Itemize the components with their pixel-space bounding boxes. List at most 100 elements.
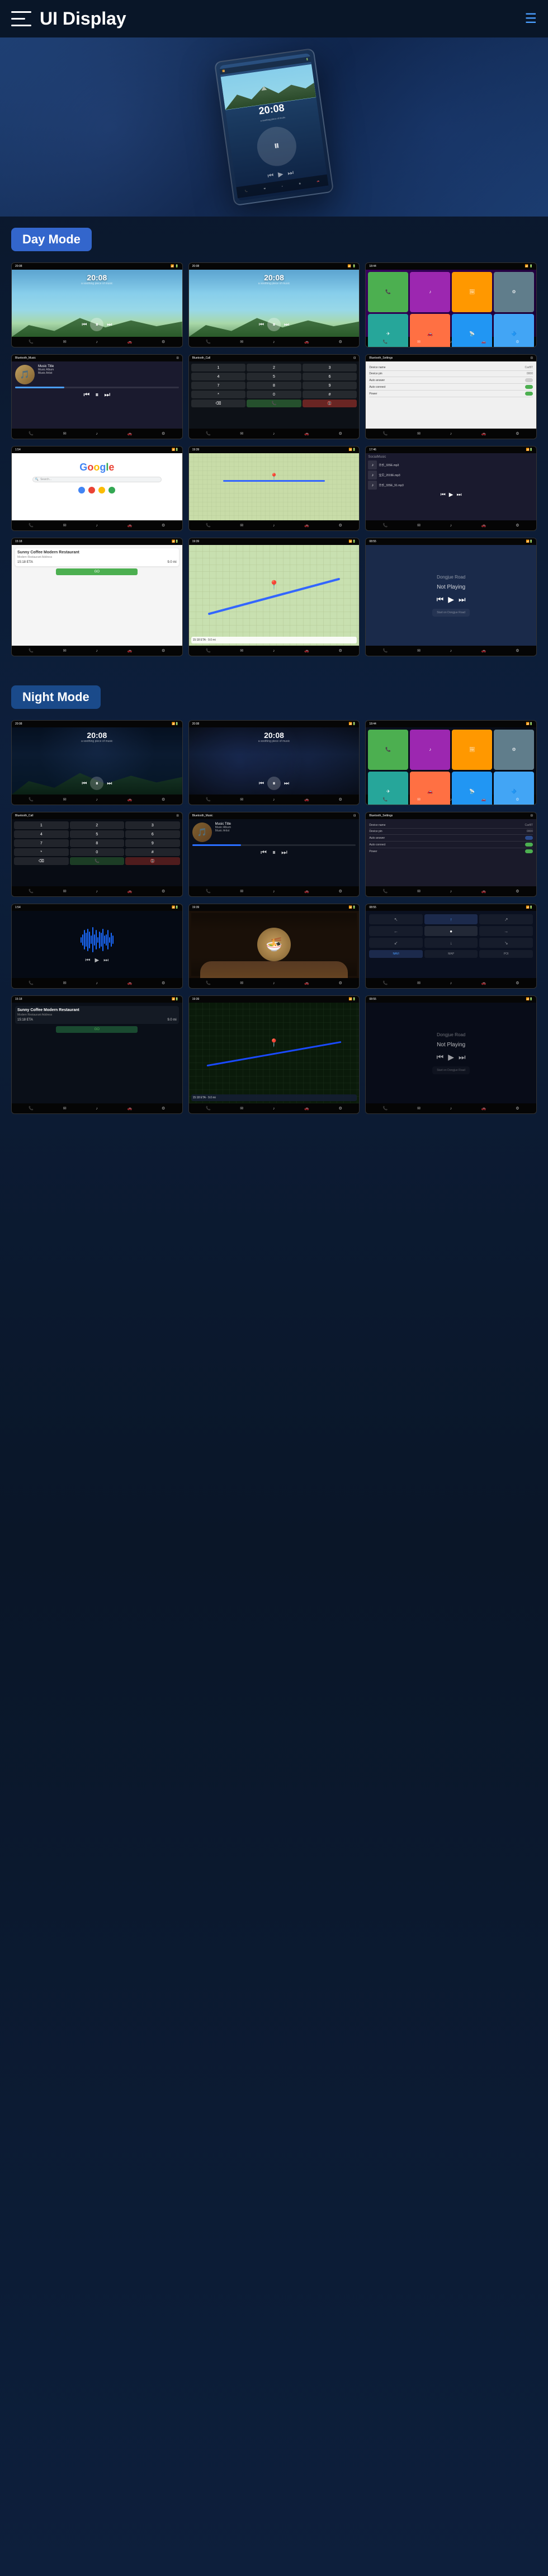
app-bt2[interactable]: 🔷 [494,314,534,347]
night-next-1[interactable]: ⏭ [107,781,112,787]
night-app-bt2[interactable]: 🔷 [494,772,534,805]
night-nav-br[interactable]: ↘ [479,938,533,948]
func-app-music[interactable]: ♪ [450,340,452,344]
night-prev-1[interactable]: ⏮ [82,781,87,787]
app-music[interactable]: ♪ [410,272,450,312]
night-dial-3[interactable]: 3 [125,821,180,829]
app-photos[interactable]: 🖼 [452,272,492,312]
bt-prev[interactable]: ⏮ [84,391,90,399]
night-dial-2[interactable]: 2 [70,821,125,829]
dial-7[interactable]: 7 [191,382,246,389]
bt-play[interactable]: ⏸ [95,391,98,399]
hero-next[interactable]: ⏭ [287,168,294,177]
night-dial-7[interactable]: 7 [14,839,69,847]
dial-6[interactable]: 6 [303,373,357,380]
night-app-photos[interactable]: 🖼 [452,730,492,770]
np-night-next[interactable]: ⏭ [459,1052,466,1062]
night-dial-1[interactable]: 1 [14,821,69,829]
night-dial-end[interactable]: 📵 [125,857,180,865]
google-app-3[interactable] [98,487,105,493]
night-dial-0[interactable]: 0 [70,848,125,856]
night-prev-2[interactable]: ⏮ [259,781,264,787]
social-prev[interactable]: ⏮ [441,492,446,498]
dial-0[interactable]: 0 [247,391,301,398]
day-prev-1[interactable]: ⏮ [82,322,87,328]
day-next-1[interactable]: ⏭ [107,322,112,328]
night-app-telegram[interactable]: ✈ [368,772,408,805]
func-app-email[interactable]: ✉ [417,340,421,344]
bt-night-play[interactable]: ⏸ [272,848,276,857]
google-search-bar[interactable]: 🔍 Search... [32,477,162,482]
social-item-2[interactable]: ♪ 宝贝_2019E.mp3 [368,471,534,480]
func-app-phone[interactable]: 📞 [383,340,388,344]
hero-player-circle[interactable]: ⏸ [254,124,299,168]
bt-next[interactable]: ⏭ [104,391,110,399]
app-settings[interactable]: ⚙ [494,272,534,312]
night-settings-auto-answer-toggle[interactable] [525,836,533,840]
night-nav-btn3[interactable]: POI [479,950,533,958]
settings-power-toggle[interactable] [525,392,533,396]
dial-8[interactable]: 8 [247,382,301,389]
night-app-music[interactable]: ♪ [410,730,450,770]
app-carplay[interactable]: 🚗 [410,314,450,347]
dial-9[interactable]: 9 [303,382,357,389]
settings-auto-connect-toggle[interactable] [525,385,533,389]
np-night-prev[interactable]: ⏮ [437,1052,444,1062]
night-app-settings[interactable]: ⚙ [494,730,534,770]
night-dial-4[interactable]: 4 [14,830,69,838]
night-nav-right[interactable]: → [479,926,533,936]
night-nav-tl[interactable]: ↖ [369,914,423,924]
waveform-play[interactable]: ▶ [95,957,99,963]
dial-hash[interactable]: # [303,391,357,398]
night-dial-5[interactable]: 5 [70,830,125,838]
coffee-go-btn[interactable]: GO [56,568,138,575]
hero-func-auto[interactable]: 🚗 [316,180,320,183]
social-item-3[interactable]: ♪ 华乐_33SE_91.mp3 [368,481,534,490]
hero-func-settings[interactable]: ⚙ [299,182,301,185]
night-pause-1[interactable]: ⏸ [90,777,103,790]
dial-1[interactable]: 1 [191,364,246,372]
func-phone-1[interactable]: 📞 [29,340,34,344]
app-telegram[interactable]: ✈ [368,314,408,347]
nav-icon[interactable]: ☰ [525,11,537,27]
hero-play[interactable]: ▶ [277,170,284,178]
night-app-carplay[interactable]: 🚗 [410,772,450,805]
google-app-1[interactable] [78,487,85,493]
np-play[interactable]: ▶ [448,595,454,604]
night-nav-left[interactable]: ← [369,926,423,936]
night-next-2[interactable]: ⏭ [284,781,289,787]
func-email-2[interactable]: ✉ [240,340,243,344]
night-nav-tr[interactable]: ↗ [479,914,533,924]
dial-call[interactable]: 📞 [247,399,301,407]
dial-end[interactable]: 📵 [303,399,357,407]
day-pause-1[interactable]: ⏸ [90,318,103,331]
dial-5[interactable]: 5 [247,373,301,380]
night-nav-btn1[interactable]: NAVI [369,950,423,958]
func-phone-2[interactable]: 📞 [206,340,211,344]
night-dial-del[interactable]: ⌫ [14,857,69,865]
night-dial-call[interactable]: 📞 [70,857,125,865]
func-auto-1[interactable]: 🚗 [127,340,133,344]
waveform-prev[interactable]: ⏮ [85,957,90,963]
night-app-phone[interactable]: 📞 [368,730,408,770]
social-play[interactable]: ▶ [449,492,453,498]
dial-4[interactable]: 4 [191,373,246,380]
social-next[interactable]: ⏭ [457,492,462,498]
day-pause-2[interactable]: ⏸ [267,318,281,331]
google-app-2[interactable] [88,487,95,493]
night-nav-center[interactable]: ● [424,926,478,936]
night-dial-8[interactable]: 8 [70,839,125,847]
night-pause-2[interactable]: ⏸ [267,777,281,790]
bt-night-prev[interactable]: ⏮ [261,848,267,857]
func-app-auto[interactable]: 🚗 [481,340,486,344]
dial-del[interactable]: ⌫ [191,399,246,407]
dial-star[interactable]: * [191,391,246,398]
night-nav-up[interactable]: ↑ [424,914,478,924]
func-auto-2[interactable]: 🚗 [304,340,309,344]
func-app-set[interactable]: ⚙ [516,340,519,344]
dial-2[interactable]: 2 [247,364,301,372]
night-dial-9[interactable]: 9 [125,839,180,847]
func-set-1[interactable]: ⚙ [162,340,165,344]
np-prev[interactable]: ⏮ [437,595,444,604]
day-next-2[interactable]: ⏭ [284,322,289,328]
